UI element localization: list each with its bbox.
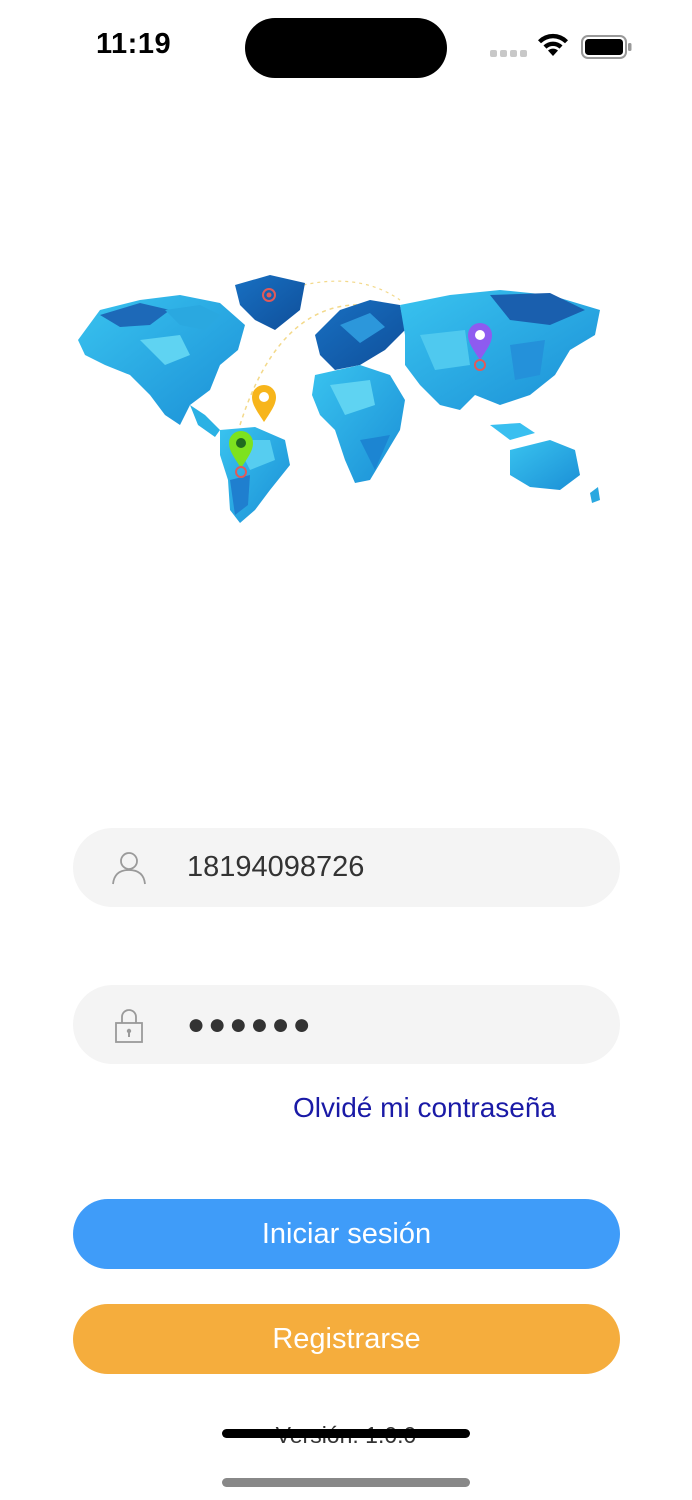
register-button[interactable]: Registrarse <box>73 1304 620 1374</box>
wifi-icon <box>538 33 568 56</box>
user-icon <box>112 852 146 885</box>
password-value[interactable]: ●●●●●● <box>187 985 314 1064</box>
home-indicator[interactable] <box>222 1478 470 1487</box>
world-map-illustration <box>70 255 610 530</box>
login-button[interactable]: Iniciar sesión <box>73 1199 620 1269</box>
dynamic-island <box>245 18 447 78</box>
username-value[interactable]: 18194098726 <box>187 828 364 907</box>
status-time: 11:19 <box>96 28 172 60</box>
battery-icon <box>581 35 632 59</box>
overlay-bar <box>222 1429 470 1438</box>
signal-dots-icon <box>490 50 527 57</box>
lock-icon <box>115 1009 143 1043</box>
password-field[interactable]: ●●●●●● <box>73 985 620 1064</box>
forgot-password-link[interactable]: Olvidé mi contraseña <box>293 1092 556 1124</box>
status-bar: 11:19 <box>0 0 692 96</box>
orange-pin-icon <box>252 385 276 422</box>
username-field[interactable]: 18194098726 <box>73 828 620 907</box>
